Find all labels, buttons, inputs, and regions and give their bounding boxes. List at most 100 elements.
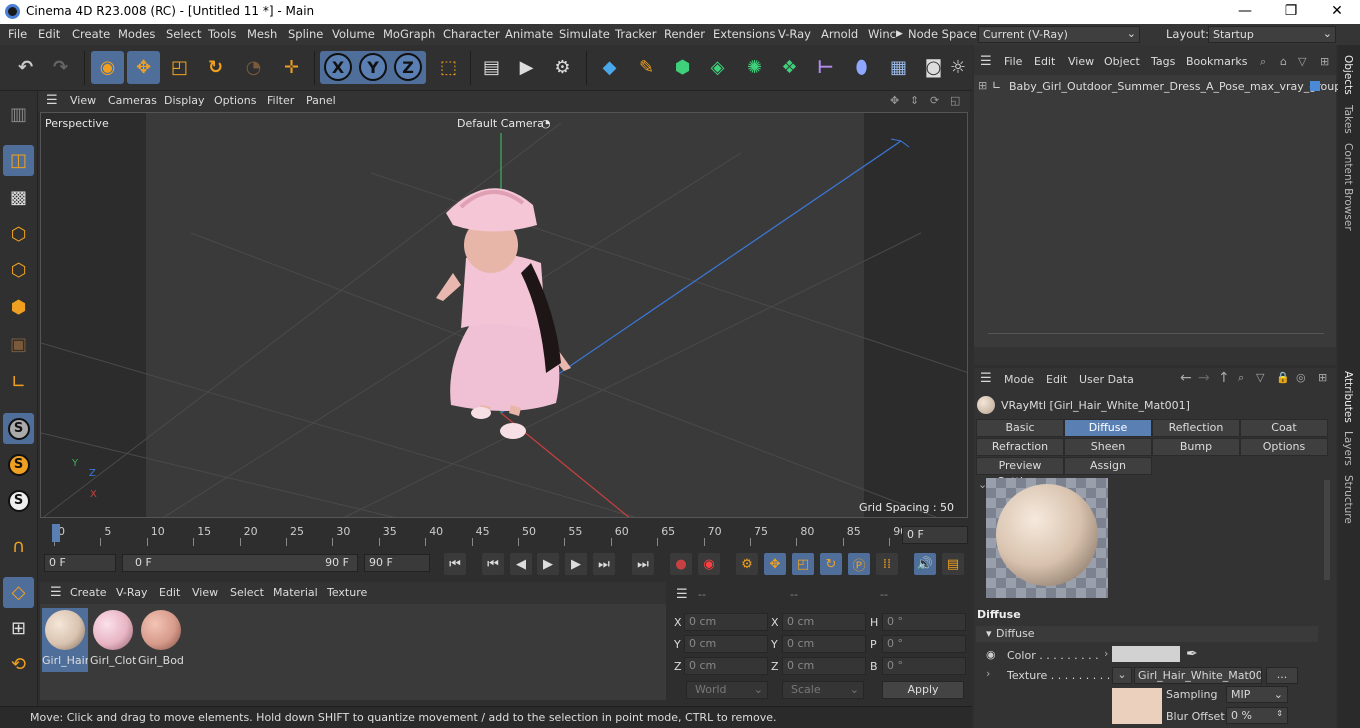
menu-extensions[interactable]: Extensions xyxy=(713,27,775,41)
menu-volume[interactable]: Volume xyxy=(332,27,375,41)
search-icon[interactable]: ⌕ xyxy=(1238,371,1244,385)
transform-tool-icon[interactable]: ✛ xyxy=(275,51,308,84)
coord-mode-world-select[interactable]: World ⌄ xyxy=(686,681,768,699)
attr-menu-edit[interactable]: Edit xyxy=(1046,373,1067,386)
snap-magnet-icon[interactable]: ∩ xyxy=(3,531,34,562)
sampling-select[interactable]: MIP ⌄ xyxy=(1226,686,1288,703)
redo-icon[interactable]: ↷ xyxy=(44,51,77,84)
current-frame-field[interactable]: 0 F xyxy=(902,526,968,544)
render-settings-icon[interactable]: ⚙ xyxy=(546,51,579,84)
material-item[interactable]: Girl_Clot xyxy=(90,608,136,672)
up-arrow-icon[interactable]: ↑ xyxy=(1218,370,1230,386)
tab-assign[interactable]: Assign xyxy=(1064,457,1152,475)
viewport-menu-view[interactable]: View xyxy=(70,94,96,107)
solo-hierarchy-icon[interactable]: S xyxy=(3,485,34,516)
diffuse-group-header[interactable]: ▾ Diffuse xyxy=(976,626,1318,642)
next-frame-icon[interactable]: ▶ xyxy=(565,553,587,575)
menu-simulate[interactable]: Simulate xyxy=(559,27,610,41)
mat-menu-vray[interactable]: V-Ray xyxy=(116,586,148,599)
start-frame-field[interactable]: 0 F xyxy=(44,554,116,572)
menu-edit[interactable]: Edit xyxy=(38,27,60,41)
maximize-button[interactable]: ❐ xyxy=(1268,0,1314,24)
new-panel-icon[interactable]: ⊞ xyxy=(1320,55,1329,68)
move-tool-icon[interactable]: ✥ xyxy=(127,51,160,84)
render-picture-viewer-icon[interactable]: ▶ xyxy=(510,51,543,84)
material-item[interactable]: Girl_Hair xyxy=(42,608,88,672)
menu-mesh[interactable]: Mesh xyxy=(247,27,277,41)
material-item[interactable]: Girl_Bod xyxy=(138,608,184,672)
side-tab-structure[interactable]: Structure xyxy=(1342,475,1354,524)
texture-mode-icon[interactable]: ▩ xyxy=(3,182,34,213)
chevron-right-icon[interactable]: › xyxy=(986,667,990,680)
blur-offset-field[interactable]: 0 % ⇕ xyxy=(1226,707,1288,724)
pen-spline-icon[interactable]: ✎ xyxy=(630,51,663,84)
side-tab-attributes[interactable]: Attributes xyxy=(1342,371,1354,423)
model-mode-icon[interactable]: ◫ xyxy=(3,145,34,176)
viewport-menu-display[interactable]: Display xyxy=(164,94,205,107)
workplane-icon[interactable]: ◇ xyxy=(3,577,34,608)
y-axis-lock-icon[interactable]: Y xyxy=(359,53,387,81)
z-axis-lock-icon[interactable]: Z xyxy=(394,53,422,81)
forward-arrow-icon[interactable]: → xyxy=(1198,370,1210,386)
menu-vray[interactable]: V-Ray xyxy=(778,27,811,41)
render-view-icon[interactable]: ▤ xyxy=(475,51,508,84)
lock-icon[interactable]: 🔒 xyxy=(1276,371,1290,384)
coord-mode-scale-select[interactable]: Scale ⌄ xyxy=(782,681,864,699)
tab-refraction[interactable]: Refraction xyxy=(976,438,1064,456)
obj-menu-view[interactable]: View xyxy=(1068,55,1094,68)
menu-select[interactable]: Select xyxy=(166,27,201,41)
floor-icon[interactable]: ▦ xyxy=(882,51,915,84)
camera-label[interactable]: Default Camera xyxy=(457,117,544,130)
menu-mograph[interactable]: MoGraph xyxy=(383,27,435,41)
tab-bump[interactable]: Bump xyxy=(1152,438,1240,456)
obj-menu-tags[interactable]: Tags xyxy=(1151,55,1175,68)
orbit-icon[interactable]: ⟳ xyxy=(930,94,939,107)
workplane-align-icon[interactable]: ⟲ xyxy=(3,649,34,680)
tab-basic[interactable]: Basic xyxy=(976,419,1064,437)
target-icon[interactable]: ◎ xyxy=(1296,371,1306,384)
menu-animate[interactable]: Animate xyxy=(505,27,553,41)
close-button[interactable]: ✕ xyxy=(1314,0,1360,24)
record-disabled-icon[interactable]: ● xyxy=(670,553,692,575)
solo-single-icon[interactable]: S xyxy=(3,449,34,480)
hamburger-icon[interactable]: ☰ xyxy=(50,585,62,600)
tab-diffuse[interactable]: Diffuse xyxy=(1064,419,1152,437)
obj-menu-edit[interactable]: Edit xyxy=(1034,55,1055,68)
viewport[interactable]: Perspective Default Camera ◔ Grid Spacin… xyxy=(40,112,968,518)
timeline-ruler[interactable]: 0 5 10 15 20 25 30 35 40 45 50 55 60 65 70 75 80 85 90 0 F xyxy=(40,520,968,550)
size-x-field[interactable]: 0 cm xyxy=(782,613,866,631)
camera-icon[interactable]: ◔ xyxy=(541,117,551,130)
texture-menu-button[interactable]: ⌄ xyxy=(1112,667,1132,684)
tab-reflection[interactable]: Reflection xyxy=(1152,419,1240,437)
search-icon[interactable]: ⌕ xyxy=(1260,55,1266,69)
zoom-icon[interactable]: ⇕ xyxy=(910,94,919,107)
points-mode-icon[interactable]: ⬡ xyxy=(3,219,34,250)
rotate-tool-icon[interactable]: ↻ xyxy=(199,51,232,84)
size-z-field[interactable]: 0 cm xyxy=(782,657,866,675)
hamburger-icon[interactable]: ☰ xyxy=(676,587,688,602)
obj-menu-bookmarks[interactable]: Bookmarks xyxy=(1186,55,1247,68)
color-swatch[interactable] xyxy=(1112,646,1180,662)
x-axis-lock-icon[interactable]: X xyxy=(324,53,352,81)
next-key-icon[interactable]: ⏭ xyxy=(593,553,615,575)
menu-tracker[interactable]: Tracker xyxy=(615,27,657,41)
viewport-menu-cameras[interactable]: Cameras xyxy=(108,94,157,107)
camera-icon[interactable]: ◙ xyxy=(917,51,950,84)
home-icon[interactable]: ⌂ xyxy=(1280,55,1287,68)
coordinate-system-icon[interactable]: ⬚ xyxy=(432,51,465,84)
key-rotation-icon[interactable]: ↻ xyxy=(820,553,842,575)
node-space-select[interactable]: Current (V-Ray) ⌄ xyxy=(978,26,1140,43)
back-arrow-icon[interactable]: ← xyxy=(1180,370,1192,386)
make-editable-icon[interactable]: ▥ xyxy=(3,99,34,130)
horizontal-scrollbar[interactable] xyxy=(988,333,1324,343)
pos-x-field[interactable]: 0 cm xyxy=(684,613,768,631)
polygons-mode-icon[interactable]: ⬢ xyxy=(3,292,34,323)
axis-mode-icon[interactable]: ∟ xyxy=(3,367,34,398)
tab-preview-settings[interactable]: Preview Settings xyxy=(976,457,1064,488)
attr-menu-mode[interactable]: Mode xyxy=(1004,373,1034,386)
select-tool-icon[interactable]: ◉ xyxy=(91,51,124,84)
side-tab-objects[interactable]: Objects xyxy=(1342,55,1354,95)
undo-icon[interactable]: ↶ xyxy=(9,51,42,84)
hamburger-icon[interactable]: ☰ xyxy=(980,371,992,386)
layer-color-tag[interactable] xyxy=(1310,81,1320,91)
